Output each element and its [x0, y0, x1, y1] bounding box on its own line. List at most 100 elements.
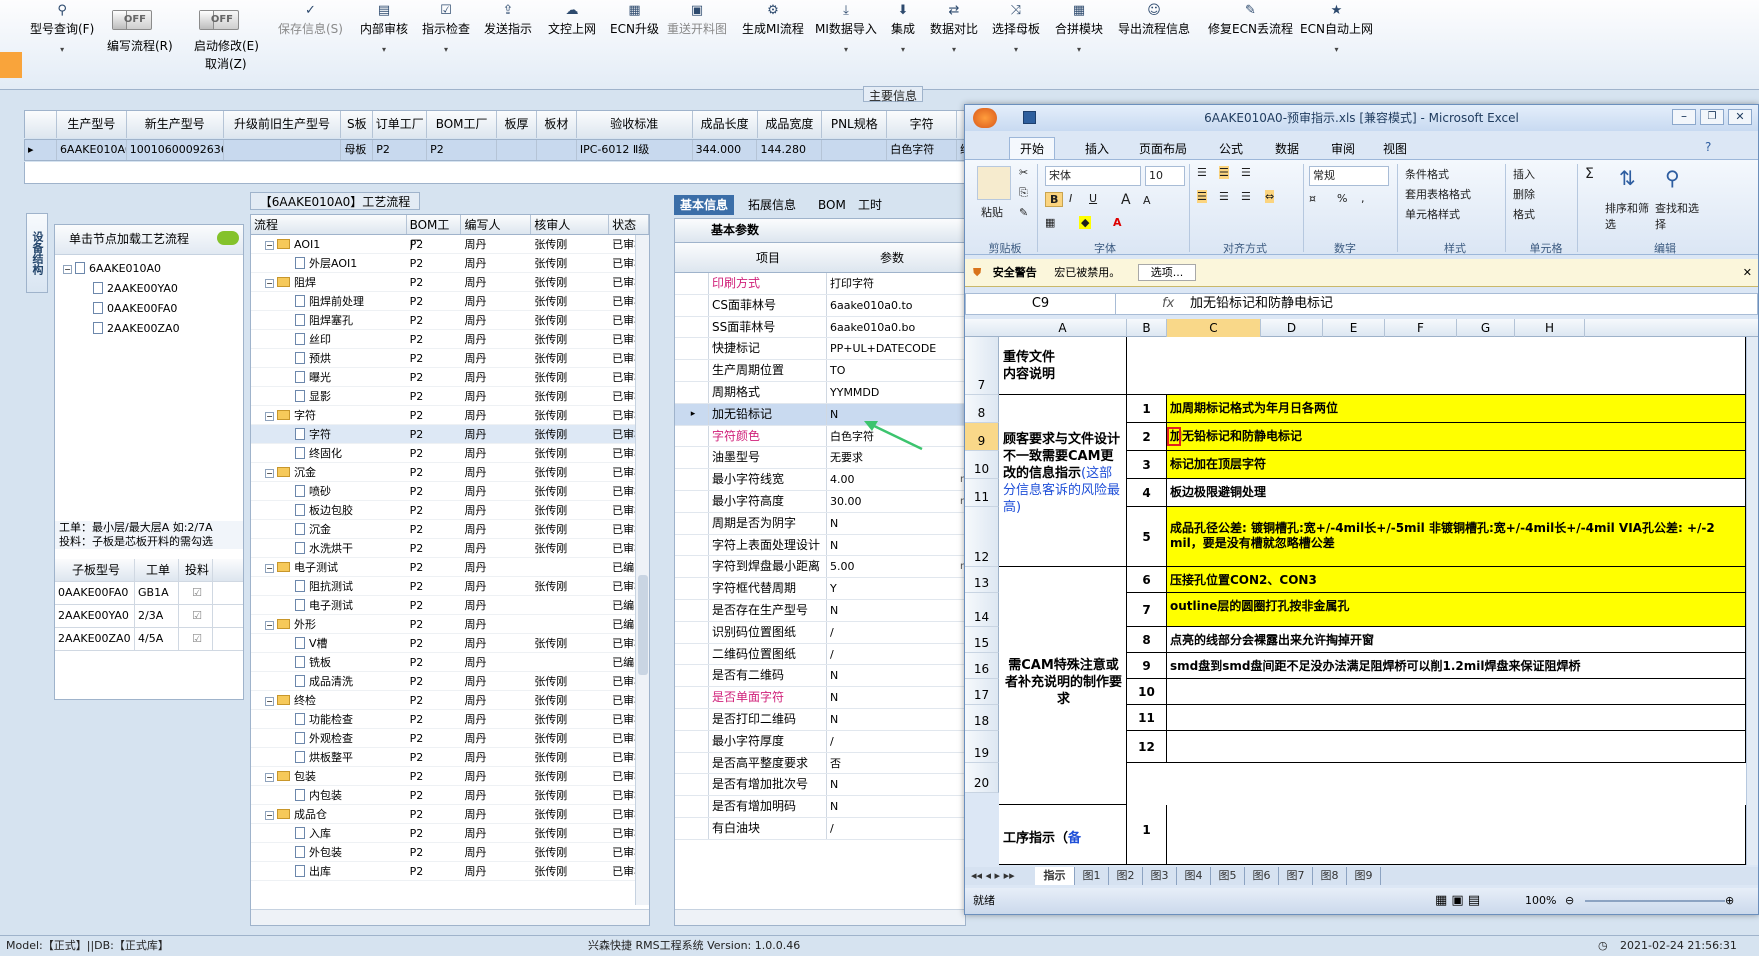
sheet-tab[interactable]: 图1 [1075, 867, 1109, 885]
grid-cell[interactable]: 白色字符 [887, 140, 958, 160]
item-number-cell[interactable]: 3 [1127, 451, 1167, 479]
params-hscrollbar[interactable] [675, 909, 965, 925]
formula-input[interactable]: 加无铅标记和防静电标记 [1190, 294, 1333, 314]
tab-extend-info[interactable]: 拓展信息 [742, 195, 802, 215]
align-bottom-icon[interactable]: ☰ [1241, 166, 1251, 179]
tree-node[interactable]: 2AAKE00YA0 [63, 279, 243, 299]
sheet-tab[interactable]: 指示 [1035, 867, 1075, 885]
row-header[interactable]: 7 [965, 337, 999, 395]
side-tab[interactable]: 设备结构 [26, 213, 48, 293]
app-menu-button[interactable] [0, 52, 22, 78]
item-text-cell[interactable] [1167, 679, 1746, 705]
item-text-cell[interactable]: smd盘到smd盘间距不足没办法满足阻焊桥可以削1.2mil焊盘来保证阻焊桥 [1167, 653, 1746, 679]
compare-button[interactable]: ⇄ 数据对比 ▾ [930, 4, 978, 55]
view-mode-icons[interactable]: ▦ ▣ ▤ [1435, 888, 1480, 914]
item-number-cell[interactable]: 2 [1127, 423, 1167, 451]
flow-row[interactable]: 水洗烘干 P2 周丹 张传刚 已审核 [251, 539, 649, 558]
ecn-upgrade-button[interactable]: ▦ ECN升级 [610, 4, 659, 37]
cell-a8[interactable]: 顾客要求与文件设计不一致需要CAM更改的信息指示(这部分信息客诉的风险最高) [999, 395, 1127, 567]
flow-row[interactable]: 显影 P2 周丹 张传刚 已审核 [251, 387, 649, 406]
flow-row[interactable]: 阻焊塞孔 P2 周丹 张传刚 已审核 [251, 311, 649, 330]
italic-button[interactable]: I [1069, 192, 1072, 205]
number-format-select[interactable]: 常规 [1309, 166, 1389, 186]
flow-row[interactable]: 阻焊前处理 P2 周丹 张传刚 已审核 [251, 292, 649, 311]
help-icon[interactable]: ? [1705, 140, 1711, 154]
insert-cells-button[interactable]: 插入 [1513, 166, 1535, 182]
function-icon[interactable]: fx [1162, 294, 1174, 314]
sub-board-row[interactable]: 0AAKE00FA0 GB1A ☑ [55, 582, 243, 605]
param-row[interactable]: 最小字符线宽 4.00 mi [675, 469, 965, 491]
flow-row[interactable]: 阻抗测试 P2 周丹 张传刚 已审核 [251, 577, 649, 596]
row-header[interactable]: 14 [965, 593, 999, 627]
format-painter-icon[interactable]: ✎ [1019, 206, 1028, 219]
flow-row[interactable]: − 沉金 P2 周丹 张传刚 已审核 [251, 463, 649, 482]
scroll-thumb[interactable] [638, 575, 648, 675]
checkbox-icon[interactable]: ☑ [179, 628, 213, 650]
grid-header-cell[interactable]: 字符 [887, 111, 958, 138]
flow-row[interactable]: 外观检查 P2 周丹 张传刚 已审核 [251, 729, 649, 748]
grid-cell[interactable]: 母板 [341, 140, 374, 160]
item-text-cell[interactable]: 成品孔径公差: 镀铜槽孔:宽+/-4mil长+/-5mil 非镀铜槽孔:宽+/-… [1167, 507, 1746, 567]
main-grid-row[interactable]: ▸ 6AAKE010A0 10010600092636 母板 P2 P2 IPC… [24, 139, 994, 161]
grid-cell[interactable]: 10010600092636 [127, 140, 224, 160]
tab-basic-info[interactable]: 基本信息 [674, 195, 735, 215]
param-row[interactable]: 是否存在生产型号 N [675, 599, 965, 622]
grid-cell[interactable] [537, 140, 577, 160]
ecn-auto-button[interactable]: ★ ECN自动上网 ▾ [1300, 4, 1373, 55]
flow-row[interactable]: 内包装 P2 周丹 张传刚 已审核 [251, 786, 649, 805]
flow-row[interactable]: − 字符 P2 周丹 张传刚 已审核 [251, 406, 649, 425]
item-number-cell[interactable]: 12 [1127, 731, 1167, 763]
name-box[interactable]: C9 [966, 294, 1116, 314]
item-number-cell[interactable]: 5 [1127, 507, 1167, 567]
grid-header-cell[interactable]: 验收标准 [577, 111, 693, 138]
send-indicator-button[interactable]: ⇪ 发送指示 [484, 4, 532, 37]
param-row[interactable]: 是否有二维码 N [675, 665, 965, 688]
row-header[interactable]: 17 [965, 679, 999, 705]
edit-flow-toggle[interactable]: OFF [112, 10, 152, 30]
flow-row[interactable]: 成品清洗 P2 周丹 张传刚 已审核 [251, 672, 649, 691]
cell-style-button[interactable]: 单元格样式 [1405, 206, 1460, 222]
align-center-icon[interactable]: ☰ [1219, 190, 1229, 203]
cut-icon[interactable]: ✂ [1019, 166, 1028, 179]
row-header[interactable]: 13 [965, 567, 999, 593]
underline-button[interactable]: U [1089, 192, 1097, 205]
doc-upload-button[interactable]: ☁ 文控上网 [548, 4, 596, 37]
item-text-cell[interactable]: 加周期标记格式为年月日各两位 [1167, 395, 1746, 423]
grid-header-cell[interactable]: 板材 [537, 111, 577, 138]
options-button[interactable]: 选项... [1137, 264, 1197, 281]
param-row[interactable]: 字符上表面处理设计 N [675, 534, 965, 557]
grid-header-cell[interactable]: 生产型号 [57, 111, 127, 138]
conditional-format-button[interactable]: 条件格式 [1405, 166, 1449, 182]
sheet-tab[interactable]: 图3 [1143, 867, 1177, 885]
tab-home[interactable]: 开始 [1009, 137, 1056, 159]
flow-row[interactable]: − 终检 P2 周丹 张传刚 已审核 [251, 691, 649, 710]
start-modify-toggle[interactable]: OFF [199, 10, 239, 30]
zoom-level[interactable]: 100% [1525, 888, 1556, 914]
grid-cell[interactable] [224, 140, 342, 160]
param-row[interactable]: 印刷方式 打印字符 [675, 273, 965, 295]
flow-row[interactable]: − 包装 P2 周丹 张传刚 已审核 [251, 767, 649, 786]
item-number-cell[interactable]: 10 [1127, 679, 1167, 705]
param-row[interactable]: 是否有增加明码 N [675, 796, 965, 818]
grid-cell[interactable]: 6AAKE010A0 [57, 140, 127, 160]
item-text-cell[interactable]: 标记加在顶层字符 [1167, 451, 1746, 479]
comma-icon[interactable]: , [1361, 192, 1365, 205]
minimize-icon[interactable]: – [1672, 109, 1696, 125]
align-left-icon[interactable]: ☰ [1197, 190, 1207, 203]
sheet-tab[interactable]: 图9 [1347, 867, 1381, 885]
param-row[interactable]: 周期是否为阴字 N [675, 512, 965, 535]
save-info-button[interactable]: ✓ 保存信息(S) [278, 4, 343, 37]
flow-row[interactable]: 沉金 P2 周丹 张传刚 已审核 [251, 520, 649, 539]
flow-row[interactable]: − 外形 P2 周丹 已编写 [251, 615, 649, 634]
fix-ecn-button[interactable]: ✎ 修复ECN丢流程 [1208, 4, 1293, 37]
item-number-cell[interactable]: 8 [1127, 627, 1167, 653]
row-header[interactable]: 11 [965, 479, 999, 507]
align-right-icon[interactable]: ☰ [1241, 190, 1251, 203]
query-button[interactable]: ⚲ 型号查询(F) ▾ [30, 4, 94, 55]
internal-review-button[interactable]: ▤ 内部审核 ▾ [360, 4, 408, 55]
flow-row[interactable]: 终固化 P2 周丹 张传刚 已审核 [251, 444, 649, 463]
grid-header-cell[interactable]: PNL规格 [822, 111, 888, 138]
align-middle-icon[interactable]: ☰ [1219, 166, 1229, 179]
save-icon[interactable] [1023, 111, 1036, 124]
sub-board-row[interactable]: 2AAKE00ZA0 4/5A ☑ [55, 628, 243, 651]
